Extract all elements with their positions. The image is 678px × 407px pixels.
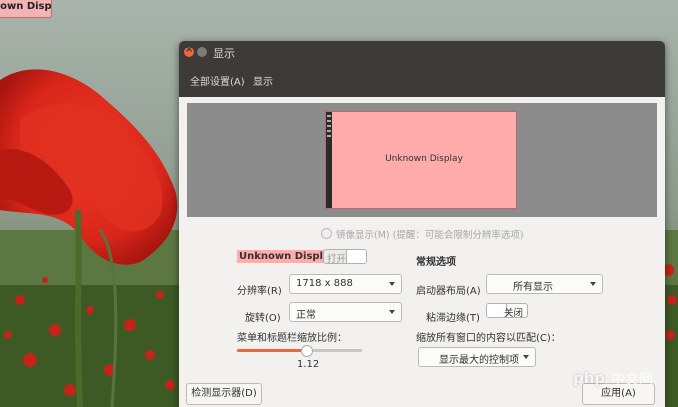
resolution-label: 分辨率(R) bbox=[237, 286, 282, 297]
rotation-label: 旋转(O) bbox=[245, 313, 281, 324]
display-power-toggle[interactable]: 打开 bbox=[323, 249, 367, 265]
chevron-down-icon bbox=[389, 310, 395, 314]
scale-all-value: 显示最大的控制项 bbox=[439, 355, 519, 366]
power-toggle-label: 打开 bbox=[327, 254, 347, 265]
scale-slider-track[interactable] bbox=[237, 349, 362, 352]
php-logo: php bbox=[573, 369, 606, 387]
display-arrangement-area: Unknown Display bbox=[187, 103, 657, 217]
display-settings-window: 显示 全部设置(A) 显示 Unknown Display 镜像显示(M) (提… bbox=[179, 41, 665, 407]
window-title: 显示 bbox=[213, 47, 235, 60]
chevron-down-icon bbox=[590, 282, 596, 286]
watermark-site-text: 中文网 bbox=[611, 372, 653, 388]
scale-all-label: 缩放所有窗口的内容以匹配(C)： bbox=[416, 333, 561, 344]
minimize-icon[interactable] bbox=[197, 47, 207, 57]
screenshot-root: nown Display 显示 全部设置(A) 显示 Unknown Displ… bbox=[0, 0, 678, 407]
mirror-hint: (提醒：可能会限制分辨率选项) bbox=[392, 230, 524, 241]
sticky-toggle-label: 关闭 bbox=[503, 308, 523, 319]
close-icon[interactable] bbox=[184, 44, 194, 57]
sticky-edges-toggle[interactable]: 关闭 bbox=[486, 303, 528, 319]
rotation-dropdown[interactable]: 正常 bbox=[289, 302, 402, 322]
general-options-title: 常规选项 bbox=[416, 257, 456, 268]
titlebar: 显示 bbox=[179, 41, 665, 63]
menu-display[interactable]: 显示 bbox=[253, 73, 273, 88]
sticky-edges-label: 粘滞边缘(T) bbox=[426, 313, 480, 324]
mirror-checkbox[interactable] bbox=[321, 228, 332, 239]
launcher-placement-value: 所有显示 bbox=[513, 282, 553, 293]
resolution-value: 1718 x 888 bbox=[296, 278, 353, 289]
toggle-knob bbox=[346, 250, 366, 263]
chevron-down-icon bbox=[523, 355, 529, 359]
mirror-displays-option[interactable]: 镜像显示(M) (提醒：可能会限制分辨率选项) bbox=[321, 227, 524, 241]
scale-label: 菜单和标题栏缩放比例： bbox=[237, 333, 347, 344]
monitor-label: Unknown Display bbox=[385, 154, 463, 164]
launcher-placement-label: 启动器布局(A) bbox=[416, 286, 481, 297]
monitor-preview[interactable]: Unknown Display bbox=[325, 111, 517, 209]
menubar: 全部设置(A) 显示 bbox=[179, 63, 665, 97]
scale-value: 1.12 bbox=[297, 359, 320, 370]
chevron-down-icon bbox=[389, 282, 395, 286]
scale-slider-fill bbox=[237, 349, 306, 352]
scale-slider-handle[interactable] bbox=[300, 345, 313, 357]
scale-all-dropdown[interactable]: 显示最大的控制项 bbox=[418, 347, 536, 367]
desktop-display-badge: nown Display bbox=[0, 0, 52, 18]
menu-all-settings[interactable]: 全部设置(A) bbox=[190, 73, 245, 88]
mirror-label: 镜像显示(M) bbox=[336, 230, 390, 241]
detect-displays-button[interactable]: 检测显示器(D) bbox=[186, 383, 262, 405]
launcher-placement-dropdown[interactable]: 所有显示 bbox=[486, 274, 603, 294]
resolution-dropdown[interactable]: 1718 x 888 bbox=[289, 274, 402, 294]
rotation-value: 正常 bbox=[296, 310, 316, 321]
